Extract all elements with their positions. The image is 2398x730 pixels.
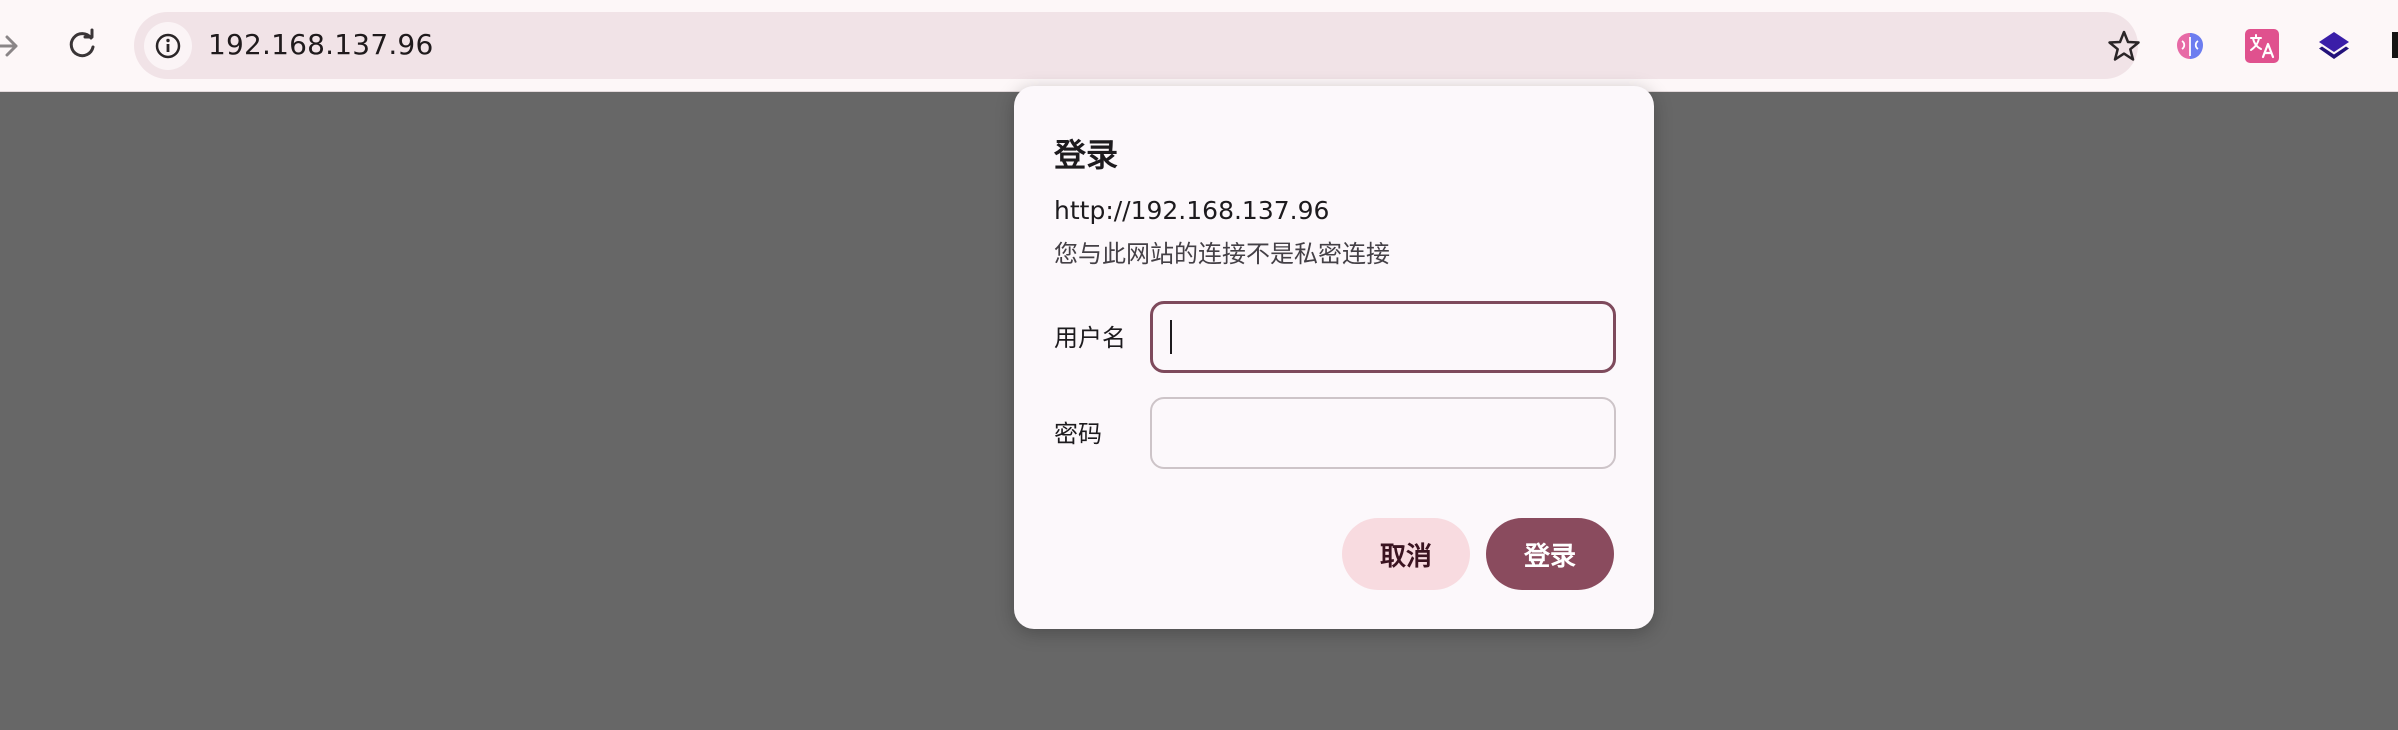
layers-extension-button[interactable] — [2314, 26, 2354, 66]
arrow-forward-icon — [0, 35, 18, 57]
username-input[interactable] — [1150, 301, 1616, 373]
address-bar[interactable]: 192.168.137.96 — [134, 12, 2140, 79]
brain-extension-button[interactable] — [2170, 26, 2210, 66]
password-input[interactable] — [1150, 397, 1616, 469]
brain-extension-icon — [2177, 33, 2203, 59]
login-dialog: 登录 http://192.168.137.96 您与此网站的连接不是私密连接 … — [1014, 86, 1654, 629]
site-info-button[interactable] — [144, 22, 192, 70]
address-bar-url[interactable]: 192.168.137.96 — [208, 28, 433, 62]
reload-icon — [69, 28, 95, 58]
extension-edge-icon[interactable] — [2392, 32, 2398, 58]
forward-button[interactable] — [0, 26, 24, 66]
layers-extension-icon — [2319, 32, 2349, 59]
dialog-site-url: http://192.168.137.96 — [1054, 196, 1330, 225]
login-button[interactable]: 登录 — [1486, 518, 1614, 590]
bookmark-button[interactable] — [2104, 26, 2144, 66]
star-icon — [2108, 30, 2140, 61]
translate-extension-button[interactable] — [2242, 26, 2282, 66]
text-caret — [1170, 320, 1172, 354]
info-icon — [155, 33, 181, 59]
reload-button[interactable] — [62, 24, 102, 66]
browser-toolbar: 192.168.137.96 — [0, 0, 2398, 92]
translate-extension-icon — [2245, 29, 2279, 63]
password-label: 密码 — [1054, 420, 1102, 448]
username-label: 用户名 — [1054, 324, 1126, 352]
dialog-title: 登录 — [1054, 136, 1119, 174]
cancel-button[interactable]: 取消 — [1342, 518, 1470, 590]
connection-warning: 您与此网站的连接不是私密连接 — [1054, 240, 1390, 268]
